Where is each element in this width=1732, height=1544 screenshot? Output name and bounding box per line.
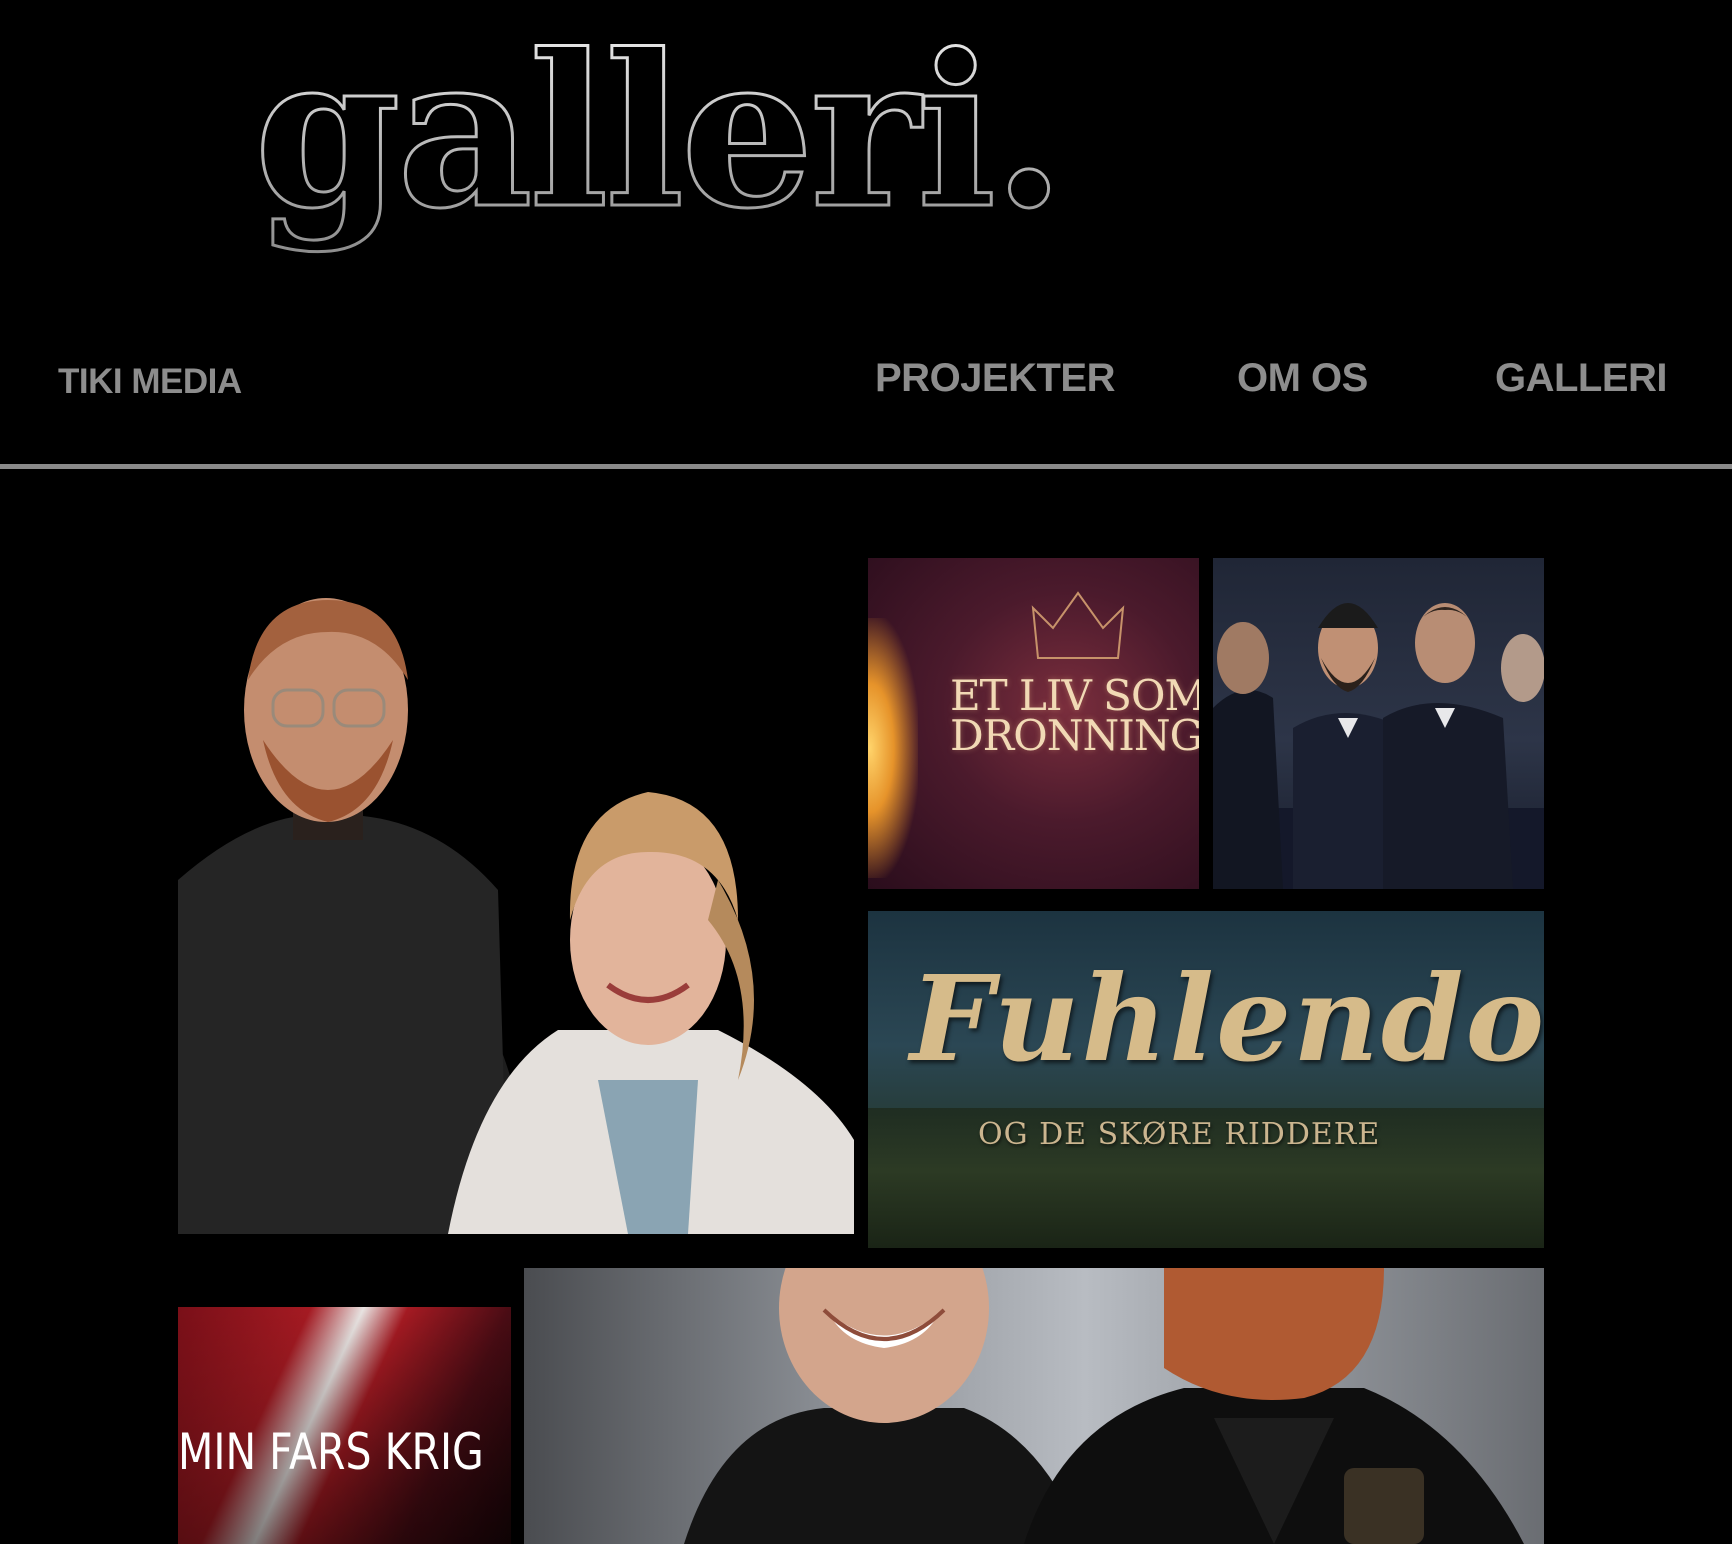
- tile-title: MIN FARS KRIG: [178, 1423, 484, 1481]
- gallery-tile-portrait-duo[interactable]: [178, 560, 854, 1234]
- two-men-image: [684, 1268, 1524, 1544]
- crown-icon: [1031, 591, 1125, 659]
- page-logo: galleri.: [253, 0, 1220, 290]
- tile-title-line2: DRONNING: [950, 711, 1199, 760]
- gallery-tile-tuxedo-men[interactable]: [1213, 558, 1544, 889]
- nav-link-projekter[interactable]: PROJEKTER: [875, 356, 1116, 401]
- logo-text: galleri.: [254, 8, 1062, 255]
- tuxedo-men-image: [1213, 603, 1544, 889]
- portrait-duo-image: [178, 598, 854, 1234]
- tile-title: ET LIV SOM DRONNING: [950, 671, 1199, 760]
- nav-link-om-os[interactable]: OM OS: [1237, 356, 1368, 401]
- gallery-tile-fuhlendorff[interactable]: Fuhlendorff OG DE SKØRE RIDDERE: [868, 911, 1544, 1248]
- nav-link-galleri[interactable]: GALLERI: [1495, 356, 1668, 401]
- brand-link[interactable]: TIKI MEDIA: [58, 362, 242, 402]
- header-divider: [0, 464, 1732, 469]
- tile-title: Fuhlendorff: [910, 949, 1544, 1088]
- gallery-tile-min-fars-krig[interactable]: MIN FARS KRIG: [178, 1267, 511, 1544]
- flame-graphic: [868, 618, 918, 878]
- tile-title-line1: ET LIV SOM: [950, 671, 1199, 720]
- logo-wordmark: galleri.: [253, 7, 1068, 257]
- tile-subtitle: OG DE SKØRE RIDDERE: [978, 1117, 1381, 1152]
- gallery-tile-et-liv-som-dronning[interactable]: ET LIV SOM DRONNING: [868, 558, 1199, 889]
- gallery-tile-two-men[interactable]: [524, 1268, 1544, 1544]
